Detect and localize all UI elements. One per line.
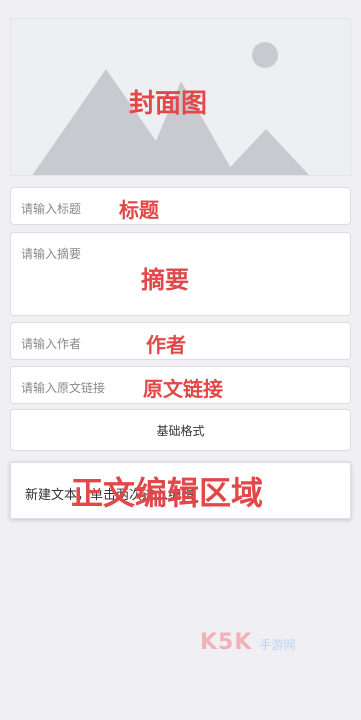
summary-field[interactable]: 请输入摘要 摘要 xyxy=(10,232,351,316)
author-placeholder: 请输入作者 xyxy=(21,337,82,351)
title-field[interactable]: 请输入标题 标题 xyxy=(10,187,351,225)
watermark-brand: K5K xyxy=(200,630,253,655)
source-link-placeholder: 请输入原文链接 xyxy=(21,381,106,395)
cover-image[interactable]: 封面图 xyxy=(10,18,351,176)
basic-format-button[interactable]: 基础格式 xyxy=(10,409,351,451)
cover-label: 封面图 xyxy=(129,89,208,119)
summary-label: 摘要 xyxy=(141,266,189,294)
summary-placeholder: 请输入摘要 xyxy=(21,247,82,261)
source-link-label: 原文链接 xyxy=(143,377,223,401)
title-label: 标题 xyxy=(119,198,159,222)
editor-label: 正文编辑区域 xyxy=(71,474,264,512)
body-editor[interactable]: 新建文本，单击两次进入编辑 正文编辑区域 xyxy=(10,462,351,519)
title-placeholder: 请输入标题 xyxy=(21,202,82,216)
watermark-logo: K5K 手游网 xyxy=(200,630,296,655)
author-label: 作者 xyxy=(146,333,186,357)
watermark-tag: 手游网 xyxy=(259,638,296,652)
source-link-field[interactable]: 请输入原文链接 原文链接 xyxy=(10,366,351,404)
author-field[interactable]: 请输入作者 作者 xyxy=(10,322,351,360)
